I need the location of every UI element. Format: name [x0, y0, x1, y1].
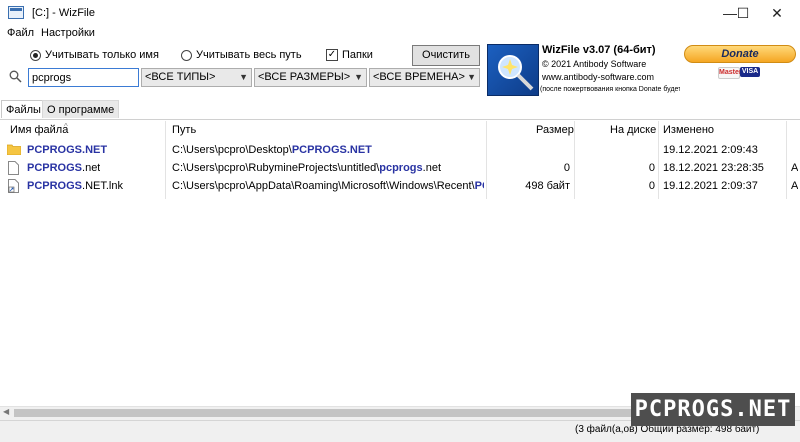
wizfile-logo: [487, 44, 539, 96]
type-filter-value: <ВСЕ ТИПЫ>: [145, 71, 216, 83]
file-path: C:\Users\pcpro\AppData\Roaming\Microsoft…: [172, 180, 475, 192]
close-button[interactable]: ✕: [754, 0, 800, 26]
mastercard-icon: Master: [718, 67, 742, 79]
folders-checkbox[interactable]: ✓: [326, 49, 338, 61]
about-title: WizFile v3.07 (64-бит): [542, 44, 656, 56]
full-path-radio[interactable]: [181, 50, 192, 61]
close-icon: ✕: [771, 4, 783, 21]
file-path-suffix: .net: [422, 162, 442, 174]
tab-about[interactable]: О программе: [42, 100, 120, 118]
column-modified-header[interactable]: Изменено: [663, 121, 714, 139]
column-size-header[interactable]: Размер: [536, 121, 574, 139]
window-title: [C:] - WizFile: [32, 7, 95, 19]
magic-wand-icon: [498, 55, 534, 91]
about-site-link[interactable]: www.antibody-software.com: [542, 72, 654, 82]
file-path: C:\Users\pcpro\Desktop\: [172, 144, 292, 156]
file-size: 0: [563, 162, 570, 174]
donate-button[interactable]: Donate: [684, 45, 796, 63]
scroll-left-icon[interactable]: ◀: [3, 407, 9, 416]
clear-button[interactable]: Очистить: [412, 45, 480, 66]
file-disk-size: [578, 141, 655, 159]
name-only-radio[interactable]: [30, 50, 41, 61]
chevron-down-icon: ▼: [354, 72, 363, 82]
time-filter-value: <ВСЕ ВРЕМЕНА>: [373, 71, 465, 83]
tab-files[interactable]: Файлы: [1, 100, 46, 118]
chevron-down-icon: ▼: [239, 72, 248, 82]
file-size: [490, 141, 570, 159]
wizfile-app-icon: [8, 6, 24, 19]
file-disk-size: 0: [648, 180, 655, 192]
sort-up-icon: ^: [64, 122, 68, 131]
file-path-match: PCPROGS: [474, 180, 484, 192]
file-attributes: A: [791, 180, 799, 192]
menu-bar: [0, 26, 800, 41]
file-size: 498 байт: [525, 180, 570, 192]
file-name-suffix: .net: [82, 162, 101, 174]
file-path: C:\Users\pcpro\RubymineProjects\untitled…: [172, 162, 380, 174]
folder-icon: [7, 144, 21, 155]
title-bar: [0, 0, 800, 26]
column-disk-header[interactable]: На диске: [610, 121, 656, 139]
file-attributes: A: [791, 162, 799, 174]
visa-icon: VISA: [740, 67, 760, 77]
menu-settings[interactable]: Настройки: [41, 27, 95, 39]
file-modified: 18.12.2021 23:28:35: [663, 162, 764, 174]
name-only-label[interactable]: Учитывать только имя: [45, 49, 159, 61]
file-name: PCPROGS: [27, 162, 83, 174]
file-modified: 19.12.2021 2:09:37: [663, 180, 758, 192]
file-disk-size: 0: [648, 162, 655, 174]
type-filter-select[interactable]: <ВСЕ ТИПЫ> ▼: [141, 68, 252, 87]
maximize-icon: ☐: [736, 4, 750, 21]
file-name: PCPROGS: [27, 180, 83, 192]
search-icon: [9, 70, 22, 83]
size-filter-value: <ВСЕ РАЗМЕРЫ>: [258, 71, 351, 83]
chevron-down-icon: ▼: [467, 72, 476, 82]
file-path-match: PCPROGS.NET: [291, 144, 372, 156]
file-path-match: pcprogs: [379, 162, 423, 174]
about-copyright: © 2021 Antibody Software: [542, 59, 647, 69]
folders-label[interactable]: Папки: [342, 49, 373, 61]
column-name-header[interactable]: Имя файла: [10, 121, 68, 139]
file-name: PCPROGS.NET: [27, 144, 108, 156]
shortcut-file-icon: [8, 179, 19, 193]
time-filter-select[interactable]: <ВСЕ ВРЕМЕНА> ▼: [369, 68, 480, 87]
file-icon: [8, 161, 19, 175]
size-filter-select[interactable]: <ВСЕ РАЗМЕРЫ> ▼: [254, 68, 367, 87]
full-path-label[interactable]: Учитывать весь путь: [196, 49, 302, 61]
watermark: PCPROGS.NET: [631, 393, 795, 426]
search-input[interactable]: [28, 68, 139, 87]
file-name-suffix: .NET.lnk: [82, 180, 123, 192]
column-path-header[interactable]: Путь: [172, 121, 196, 139]
file-modified: 19.12.2021 2:09:43: [663, 144, 758, 156]
menu-file[interactable]: Файл: [7, 27, 34, 39]
